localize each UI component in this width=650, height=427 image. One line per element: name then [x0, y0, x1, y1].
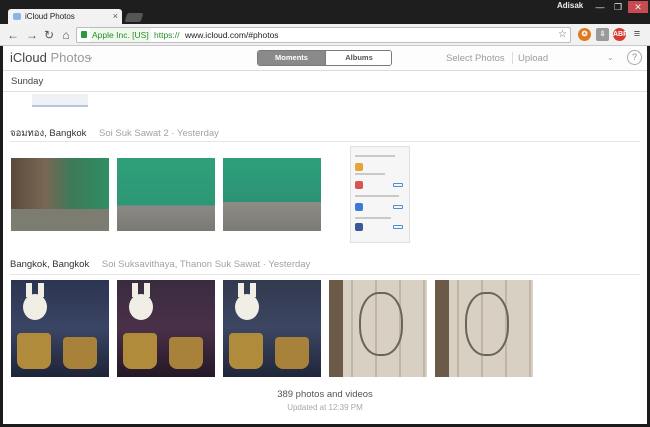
forward-icon[interactable]: →	[25, 27, 39, 43]
maximize-button[interactable]: ❐	[610, 1, 626, 13]
moment-divider	[10, 274, 640, 275]
photo-thumbnail[interactable]	[117, 158, 215, 231]
icloud-photos-app: iCloud Photos ⌄ Moments Albums Select Ph…	[3, 46, 647, 424]
bookmark-star-icon[interactable]: ☆	[558, 28, 567, 42]
browser-toolbar: ← → ↻ ⌂ Apple Inc. [US] https:// www.icl…	[0, 24, 650, 46]
header-divider	[512, 52, 513, 64]
photo-thumbnail[interactable]	[223, 280, 321, 377]
brand-main: iCloud	[10, 50, 47, 65]
screenshot-thumbnail[interactable]	[350, 146, 410, 243]
tab-albums[interactable]: Albums	[325, 51, 391, 65]
profile-name[interactable]: Adisak	[557, 1, 583, 10]
close-window-button[interactable]: ✕	[628, 1, 648, 13]
url-scheme: https://	[154, 30, 180, 40]
tab-title: iCloud Photos	[25, 12, 75, 21]
minimize-button[interactable]: —	[592, 1, 608, 13]
extension-icon[interactable]: ✪	[578, 28, 591, 41]
photo-thumbnail[interactable]	[435, 280, 533, 377]
new-tab-button[interactable]	[124, 13, 144, 22]
tab-moments[interactable]: Moments	[258, 51, 325, 65]
moment-meta: Soi Suk Sawat 2 · Yesterday	[99, 128, 219, 139]
app-brand[interactable]: iCloud Photos	[10, 50, 91, 65]
moment-header[interactable]: จอมทอง, Bangkok Soi Suk Sawat 2 · Yester…	[10, 126, 219, 141]
app-header: iCloud Photos ⌄ Moments Albums Select Ph…	[3, 46, 647, 71]
download-extension-icon[interactable]: ⇩	[596, 28, 609, 41]
library-count: 389 photos and videos	[277, 389, 373, 400]
brand-sub: Photos	[50, 50, 91, 65]
home-icon[interactable]: ⌂	[59, 27, 73, 43]
select-photos-button[interactable]: Select Photos	[446, 53, 505, 64]
browser-tab[interactable]: iCloud Photos ×	[8, 9, 122, 24]
photo-thumbnail[interactable]	[11, 158, 109, 231]
photo-thumbnail[interactable]	[223, 158, 321, 231]
moment-header[interactable]: Bangkok, Bangkok Soi Suksavithaya, Thano…	[10, 259, 310, 270]
updated-timestamp: Updated at 12:39 PM	[287, 403, 363, 412]
browser-titlebar: iCloud Photos × Adisak — ❐ ✕	[0, 0, 650, 24]
moment-divider	[10, 141, 640, 142]
moment-title: Sunday	[11, 76, 44, 87]
tab-close-icon[interactable]: ×	[113, 9, 118, 24]
upload-button[interactable]: Upload	[518, 53, 548, 64]
ev-certificate-badge[interactable]: Apple Inc. [US]	[90, 28, 151, 42]
moment-place: Bangkok, Bangkok	[10, 259, 90, 270]
moment-place: จอมทอง, Bangkok	[10, 128, 87, 139]
adblock-extension-icon[interactable]: ABP	[613, 28, 628, 41]
previous-moment-thumbnail[interactable]	[32, 94, 88, 107]
photo-thumbnail[interactable]	[329, 280, 427, 377]
view-segmented-control: Moments Albums	[257, 50, 392, 66]
photo-thumbnail[interactable]	[11, 280, 109, 377]
help-icon[interactable]: ?	[627, 50, 642, 65]
back-icon[interactable]: ←	[6, 27, 20, 43]
address-bar[interactable]: Apple Inc. [US] https:// www.icloud.com/…	[76, 27, 571, 43]
moment-meta: Soi Suksavithaya, Thanon Suk Sawat · Yes…	[101, 259, 311, 270]
moment-title-bar: Sunday	[3, 72, 647, 92]
account-chevron-icon[interactable]: ⌄	[607, 53, 614, 62]
lock-icon	[81, 31, 87, 38]
icloud-favicon-icon	[13, 13, 21, 20]
app-switcher-chevron-icon[interactable]: ⌄	[87, 52, 94, 61]
photo-thumbnail[interactable]	[117, 280, 215, 377]
browser-menu-icon[interactable]: ≡	[631, 28, 643, 41]
url-text: www.icloud.com/#photos	[185, 30, 279, 40]
reload-icon[interactable]: ↻	[42, 27, 56, 43]
